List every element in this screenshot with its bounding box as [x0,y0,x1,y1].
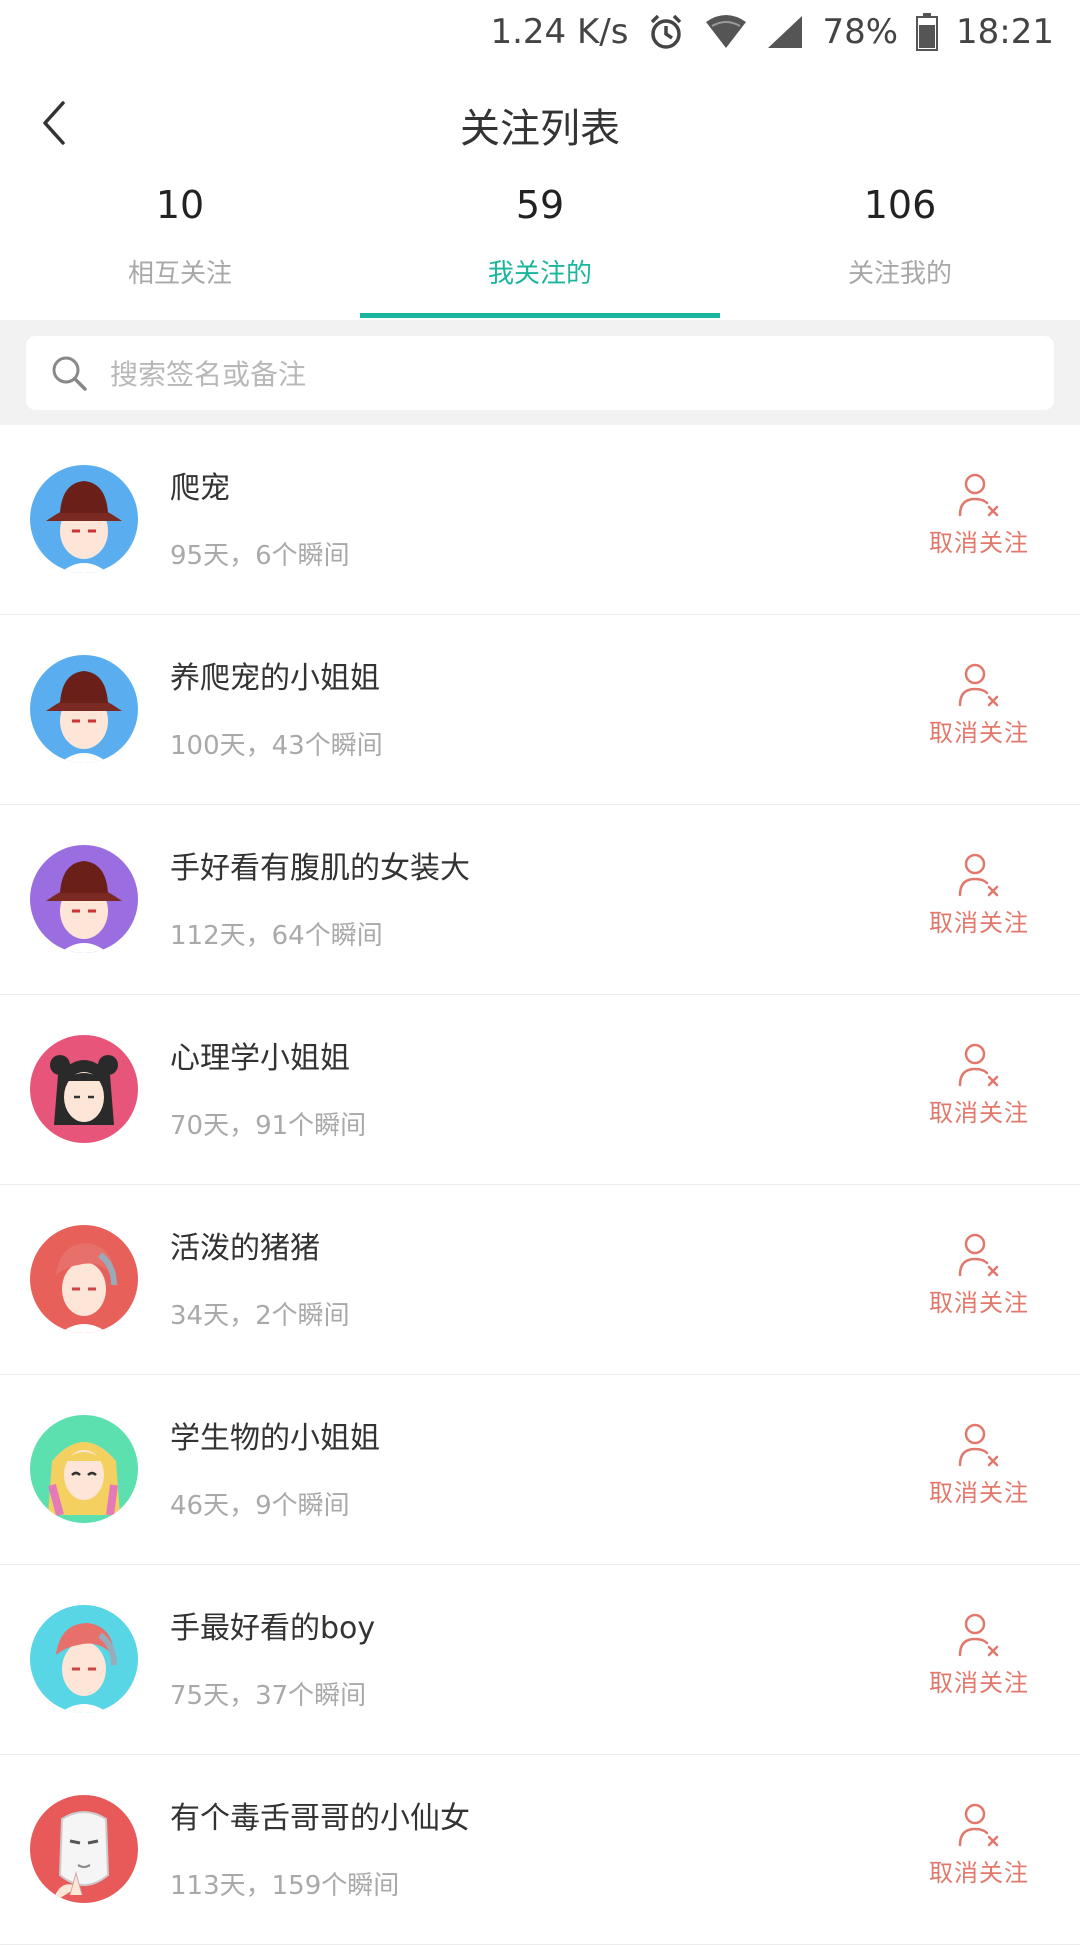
avatar[interactable] [30,1035,138,1143]
tab-mutual[interactable]: 10 相互关注 [0,175,360,320]
unfollow-button[interactable]: 取消关注 [904,471,1054,558]
tab-following[interactable]: 59 我关注的 [360,175,720,320]
list-item[interactable]: 爬宠 95天，6个瞬间 取消关注 [0,425,1080,615]
unfollow-label: 取消关注 [929,1479,1029,1507]
unfollow-label: 取消关注 [929,909,1029,937]
unfollow-label: 取消关注 [929,1669,1029,1697]
unfollow-button[interactable]: 取消关注 [904,1801,1054,1888]
battery-percent: 78% [822,12,899,52]
unfollow-label: 取消关注 [929,1099,1029,1127]
avatar[interactable] [30,1605,138,1713]
unfollow-button[interactable]: 取消关注 [904,1421,1054,1508]
list-item[interactable]: 有个毒舌哥哥的小仙女 113天，159个瞬间 取消关注 [0,1755,1080,1945]
status-bar: 1.24 K/s 78% 18:21 [0,0,1080,64]
avatar[interactable] [30,1795,138,1903]
list-item[interactable]: 手最好看的boy 75天，37个瞬间 取消关注 [0,1565,1080,1755]
nav-bar: 关注列表 [0,64,1080,184]
user-meta: 34天，2个瞬间 [170,1301,350,1331]
search-section: 搜索签名或备注 [0,320,1080,425]
remove-user-icon [904,1801,1054,1849]
unfollow-button[interactable]: 取消关注 [904,851,1054,938]
user-meta: 113天，159个瞬间 [170,1871,400,1901]
tab-count: 106 [863,183,937,227]
search-placeholder: 搜索签名或备注 [110,358,307,391]
remove-user-icon [904,851,1054,899]
user-meta: 95天，6个瞬间 [170,541,350,571]
avatar[interactable] [30,465,138,573]
tab-count: 10 [155,183,205,227]
avatar[interactable] [30,1225,138,1333]
remove-user-icon [904,1611,1054,1659]
unfollow-button[interactable]: 取消关注 [904,1231,1054,1318]
user-name: 学生物的小姐姐 [170,1421,380,1456]
unfollow-label: 取消关注 [929,1289,1029,1317]
network-speed: 1.24 K/s [490,12,629,52]
unfollow-label: 取消关注 [929,719,1029,747]
avatar[interactable] [30,655,138,763]
user-meta: 75天，37个瞬间 [170,1681,367,1711]
list-item[interactable]: 心理学小姐姐 70天，91个瞬间 取消关注 [0,995,1080,1185]
avatar[interactable] [30,1415,138,1523]
alarm-icon [646,12,686,52]
tab-label: 相互关注 [127,259,232,289]
user-meta: 70天，91个瞬间 [170,1111,367,1141]
unfollow-button[interactable]: 取消关注 [904,1041,1054,1128]
tab-followers[interactable]: 106 关注我的 [720,175,1080,320]
avatar[interactable] [30,845,138,953]
tab-bar: 10 相互关注 59 我关注的 106 关注我的 [0,175,1080,320]
remove-user-icon [904,1231,1054,1279]
user-name: 爬宠 [170,471,230,506]
signal-icon [766,14,804,50]
unfollow-button[interactable]: 取消关注 [904,661,1054,748]
remove-user-icon [904,661,1054,709]
list-item[interactable]: 活泼的猪猪 34天，2个瞬间 取消关注 [0,1185,1080,1375]
clock: 18:21 [956,12,1054,52]
battery-icon [916,13,939,51]
following-list: 爬宠 95天，6个瞬间 取消关注 养爬宠的小姐姐 100天，43个瞬间 取消关注… [0,425,1080,1945]
unfollow-label: 取消关注 [929,529,1029,557]
search-input[interactable]: 搜索签名或备注 [26,336,1054,410]
list-item[interactable]: 养爬宠的小姐姐 100天，43个瞬间 取消关注 [0,615,1080,805]
user-name: 手好看有腹肌的女装大 [170,851,470,886]
unfollow-label: 取消关注 [929,1859,1029,1887]
remove-user-icon [904,1421,1054,1469]
page-title: 关注列表 [460,106,620,152]
user-name: 养爬宠的小姐姐 [170,661,380,696]
tab-label: 我关注的 [487,259,592,289]
user-name: 有个毒舌哥哥的小仙女 [170,1801,470,1836]
user-meta: 112天，64个瞬间 [170,921,383,951]
user-name: 心理学小姐姐 [170,1041,350,1076]
remove-user-icon [904,471,1054,519]
list-item[interactable]: 手好看有腹肌的女装大 112天，64个瞬间 取消关注 [0,805,1080,995]
user-name: 活泼的猪猪 [170,1231,320,1266]
remove-user-icon [904,1041,1054,1089]
user-name: 手最好看的boy [170,1611,376,1646]
wifi-icon [704,14,748,50]
search-icon [50,354,88,392]
unfollow-button[interactable]: 取消关注 [904,1611,1054,1698]
tab-count: 59 [515,183,565,227]
tab-label: 关注我的 [847,259,952,289]
user-meta: 100天，43个瞬间 [170,731,383,761]
tab-active-indicator [360,313,720,318]
user-meta: 46天，9个瞬间 [170,1491,350,1521]
list-item[interactable]: 学生物的小姐姐 46天，9个瞬间 取消关注 [0,1375,1080,1565]
